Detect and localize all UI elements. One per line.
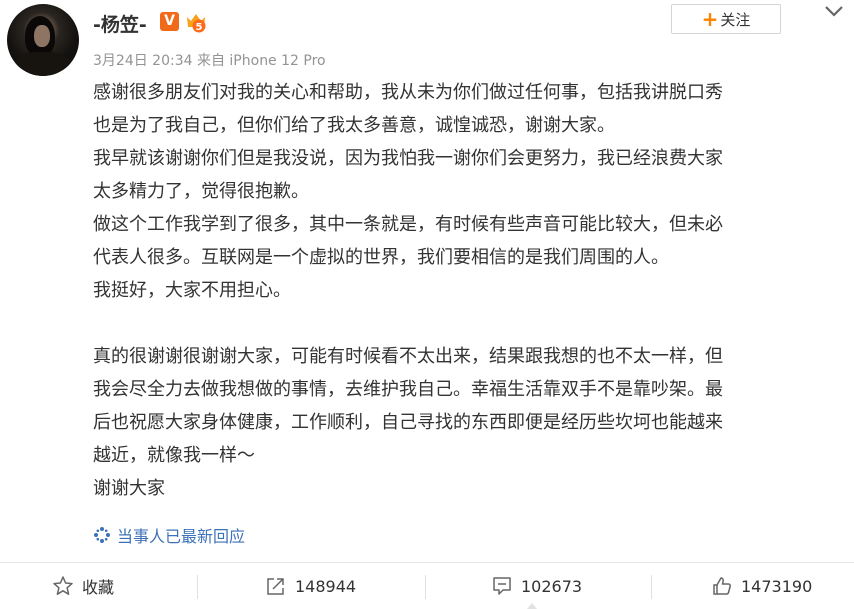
- follow-label: 关注: [720, 10, 751, 29]
- comment-icon: [493, 577, 511, 595]
- action-separator: [425, 575, 426, 599]
- avatar[interactable]: [7, 4, 79, 76]
- repost-button[interactable]: 148944: [265, 563, 356, 609]
- like-count: 1473190: [741, 576, 813, 596]
- content-line: 我会尽全力去做我想做的事情，去维护我自己。幸福生活靠双手不是靠吵架。最: [93, 379, 723, 400]
- content-line: 谢谢大家: [93, 478, 165, 499]
- content-line: 也是为了我自己，但你们给了我太多善意，诚惶诚恐，谢谢大家。: [93, 115, 615, 136]
- action-bar: 收藏 148944 102673 1473190: [0, 563, 854, 609]
- post-content: 感谢很多朋友们对我的关心和帮助，我从未为你们做过任何事，包括我讲脱口秀 也是为了…: [93, 76, 838, 505]
- content-line: 做这个工作我学到了很多，其中一条就是，有时候有些声音可能比较大，但未必: [93, 214, 723, 235]
- avatar-face: [34, 25, 50, 47]
- verified-badge-icon[interactable]: V: [160, 12, 179, 31]
- content-line: 越近，就像我一样～: [93, 445, 255, 466]
- avatar-body: [15, 52, 71, 76]
- content-line: 后也祝愿大家身体健康，工作顺利，自己寻找的东西即便是经历些坎坷也能越来: [93, 412, 723, 433]
- sparkle-icon: [94, 527, 110, 543]
- post-meta[interactable]: 3月24日 20:34 来自 iPhone 12 Pro: [93, 50, 326, 70]
- content-blank-line: [93, 307, 838, 340]
- thumbs-up-icon: [713, 577, 731, 595]
- comment-count: 102673: [521, 576, 583, 596]
- favorite-button[interactable]: 收藏: [52, 563, 114, 609]
- member-level-text: 5: [196, 22, 203, 33]
- content-line: 太多精力了，觉得很抱歉。: [93, 181, 309, 202]
- latest-response-link[interactable]: 当事人已最新回应: [93, 523, 245, 547]
- latest-response-label: 当事人已最新回应: [117, 527, 246, 546]
- chevron-down-icon[interactable]: [822, 3, 846, 19]
- content-line: 我挺好，大家不用担心。: [93, 280, 291, 301]
- author-name[interactable]: -杨笠-: [93, 10, 147, 37]
- follow-button[interactable]: + 关注: [671, 4, 781, 34]
- plus-icon: +: [701, 7, 719, 31]
- star-icon: [53, 576, 73, 595]
- content-line: 代表人很多。互联网是一个虚拟的世界，我们要相信的是我们周围的人。: [93, 247, 669, 268]
- action-separator: [651, 575, 652, 599]
- action-separator: [197, 575, 198, 599]
- repost-count: 148944: [295, 576, 357, 596]
- content-line: 我早就该谢谢你们但是我没说，因为我怕我一谢你们会更努力，我已经浪费大家: [93, 148, 723, 169]
- repost-icon: [267, 578, 284, 595]
- favorite-label: 收藏: [82, 578, 115, 597]
- member-crown-icon[interactable]: 5: [184, 11, 208, 33]
- content-line: 真的很谢谢很谢谢大家，可能有时候看不太出来，结果跟我想的也不太一样，但: [93, 346, 723, 367]
- active-tab-indicator-icon: [527, 603, 537, 609]
- content-line: 感谢很多朋友们对我的关心和帮助，我从未为你们做过任何事，包括我讲脱口秀: [93, 82, 723, 103]
- like-button[interactable]: 1473190: [711, 563, 812, 609]
